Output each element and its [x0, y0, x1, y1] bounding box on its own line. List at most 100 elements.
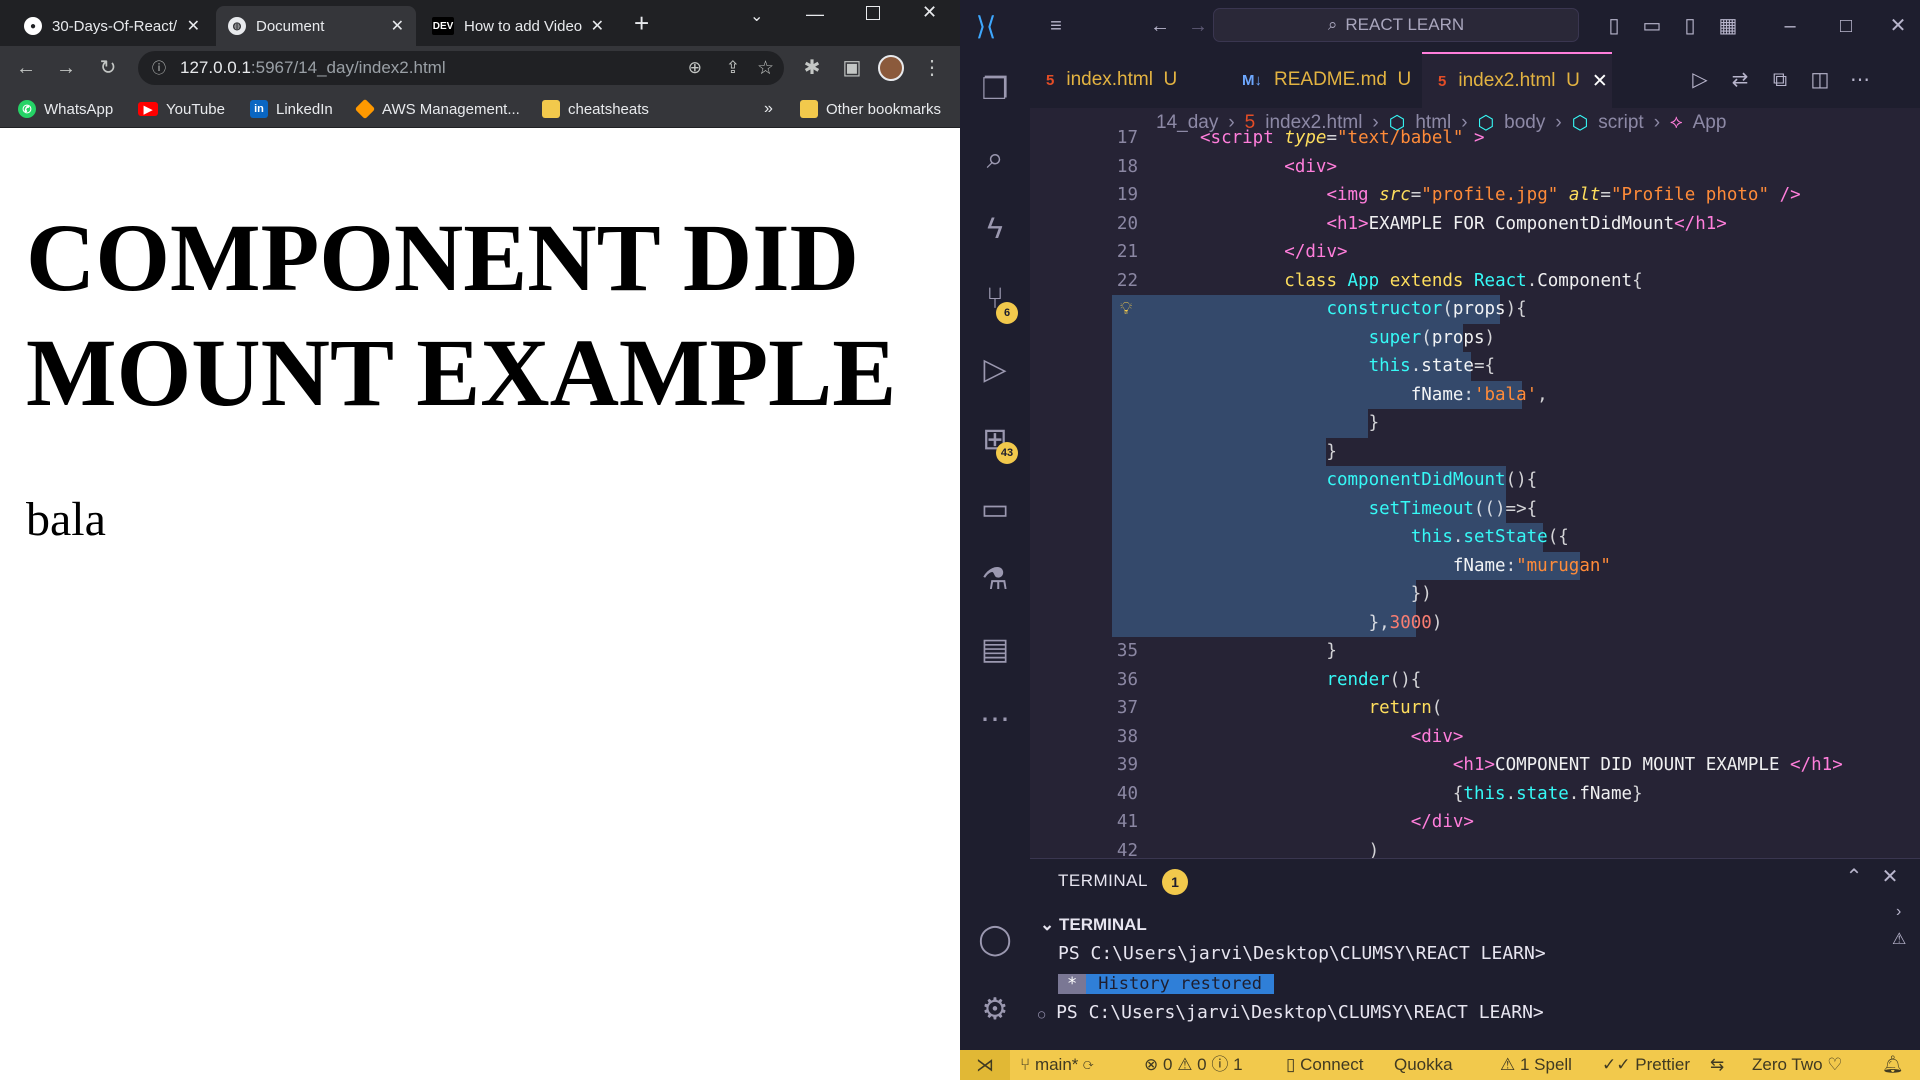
terminal-section-header[interactable]: ⌄ TERMINAL: [1040, 915, 1147, 935]
new-tab-button[interactable]: +: [634, 8, 649, 39]
tab-search-icon[interactable]: ⌄: [750, 6, 763, 26]
code-line[interactable]: 31 this.setState({: [1030, 523, 1900, 552]
code-line[interactable]: 25 this.state={: [1030, 352, 1900, 381]
extensions-icon[interactable]: ✱: [796, 46, 828, 90]
share-icon[interactable]: ⇪: [726, 58, 740, 78]
problems-indicator[interactable]: ⊗ 0 ⚠ 0 ⓘ 1: [1144, 1050, 1243, 1080]
terminal-prompt[interactable]: PS C:\Users\jarvi\Desktop\CLUMSY\REACT L…: [1058, 943, 1546, 964]
code-line[interactable]: 27 }: [1030, 409, 1900, 438]
bookmark-linkedin[interactable]: in LinkedIn: [250, 90, 333, 128]
code-line[interactable]: 32 fName:"murugan": [1030, 551, 1900, 580]
nav-forward-icon[interactable]: →: [1180, 0, 1216, 52]
live-share-icon[interactable]: ⇆: [1710, 1050, 1724, 1080]
toggle-primary-sidebar-icon[interactable]: ▯: [1596, 0, 1632, 52]
tab-index-html[interactable]: 5 index.html U: [1030, 52, 1226, 108]
lightning-icon[interactable]: ϟ: [960, 194, 1030, 264]
theme-status[interactable]: Zero Two ♡: [1752, 1050, 1843, 1080]
notifications-bell-icon[interactable]: 🔔︎: [1882, 1050, 1904, 1080]
code-line[interactable]: 38 <div>: [1030, 723, 1900, 752]
accounts-icon[interactable]: ◯: [960, 904, 1030, 974]
code-line[interactable]: 40 {this.state.fName}: [1030, 780, 1900, 809]
split-editor-icon[interactable]: ◫: [1802, 54, 1838, 106]
code-line[interactable]: 17 <script type="text/babel" >: [1030, 124, 1900, 153]
close-tab-icon[interactable]: ✕: [187, 16, 200, 36]
code-line[interactable]: 24 super(props): [1030, 323, 1900, 352]
code-line[interactable]: 36 render(){: [1030, 666, 1900, 695]
code-line[interactable]: 26 fName:'bala',: [1030, 380, 1900, 409]
code-line[interactable]: 28 }: [1030, 437, 1900, 466]
toggle-secondary-sidebar-icon[interactable]: ▯: [1672, 0, 1708, 52]
more-bookmarks-button[interactable]: »: [764, 90, 773, 128]
bookmark-whatsapp[interactable]: ✆ WhatsApp: [18, 90, 113, 128]
back-icon[interactable]: ←: [10, 46, 42, 90]
chrome-menu-icon[interactable]: ⋮: [916, 46, 948, 90]
code-line[interactable]: 29 componentDidMount(){: [1030, 466, 1900, 495]
profile-avatar[interactable]: [878, 55, 904, 81]
settings-gear-icon[interactable]: ⚙: [960, 974, 1030, 1044]
chrome-tab-github[interactable]: ● 30-Days-Of-React/ ✕: [12, 6, 212, 46]
close-window-icon[interactable]: ✕: [922, 2, 937, 23]
code-line[interactable]: 34 },3000): [1030, 608, 1900, 637]
maximize-panel-icon[interactable]: ⌃: [1836, 855, 1872, 899]
forward-icon[interactable]: →: [50, 46, 82, 90]
bookmark-aws[interactable]: AWS Management...: [354, 90, 520, 128]
more-icon[interactable]: ⋯: [960, 684, 1030, 754]
terminal-prompt-line[interactable]: ○ PS C:\Users\jarvi\Desktop\CLUMSY\REACT…: [1038, 1002, 1544, 1023]
minimize-icon[interactable]: –: [1772, 0, 1808, 52]
side-panel-icon[interactable]: ▣: [836, 46, 868, 90]
site-info-icon[interactable]: ⓘ: [152, 58, 166, 78]
close-window-icon[interactable]: ✕: [1880, 0, 1916, 52]
spell-status[interactable]: ⚠ 1 Spell: [1500, 1050, 1572, 1080]
code-line[interactable]: 30 setTimeout(()=>{: [1030, 494, 1900, 523]
notebook-icon[interactable]: ▤: [960, 614, 1030, 684]
address-bar[interactable]: ⓘ 127.0.0.1:5967/14_day/index2.html ⊕ ⇪ …: [138, 51, 784, 85]
lightbulb-icon[interactable]: 💡︎: [1120, 295, 1132, 324]
prettier-status[interactable]: ✓✓ Prettier: [1602, 1050, 1690, 1080]
git-branch[interactable]: ⑂ main* ⟳: [1020, 1050, 1093, 1080]
explorer-icon[interactable]: ❐: [960, 54, 1030, 124]
minimize-icon[interactable]: —: [806, 4, 824, 25]
toggle-panel-icon[interactable]: ▭: [1634, 0, 1670, 52]
code-line[interactable]: 35 }: [1030, 637, 1900, 666]
tab-readme[interactable]: M↓ README.md U: [1226, 52, 1422, 108]
code-line[interactable]: 39 <h1>COMPONENT DID MOUNT EXAMPLE </h1>: [1030, 751, 1900, 780]
terminal-tab[interactable]: TERMINAL: [1058, 871, 1148, 891]
close-tab-icon[interactable]: ✕: [1592, 70, 1608, 93]
code-line[interactable]: 21 </div>: [1030, 238, 1900, 267]
other-bookmarks[interactable]: Other bookmarks: [800, 90, 941, 128]
connect-status[interactable]: ▯ Connect: [1286, 1050, 1363, 1080]
quokka-status[interactable]: Quokka: [1394, 1050, 1453, 1080]
command-center[interactable]: ⌕ REACT LEARN: [1213, 8, 1579, 42]
reload-icon[interactable]: ↻: [92, 46, 124, 90]
maximize-icon[interactable]: [866, 6, 880, 20]
bookmark-youtube[interactable]: ▶ YouTube: [138, 90, 225, 128]
code-line[interactable]: 19 <img src="profile.jpg" alt="Profile p…: [1030, 181, 1900, 210]
nav-back-icon[interactable]: ←: [1142, 0, 1178, 52]
testing-flask-icon[interactable]: ⚗: [960, 544, 1030, 614]
code-line[interactable]: 33 }): [1030, 580, 1900, 609]
bookmark-cheatsheats[interactable]: cheatsheats: [542, 90, 649, 128]
more-actions-icon[interactable]: ⋯: [1842, 54, 1878, 106]
extensions-icon[interactable]: ⊞ 43: [960, 404, 1030, 474]
code-editor[interactable]: 17 <script type="text/babel" >18 <div> 19 …: [1030, 128, 1920, 861]
close-panel-icon[interactable]: ✕: [1872, 855, 1908, 899]
code-line[interactable]: 18 <div>: [1030, 153, 1900, 182]
code-line[interactable]: 23 constructor(props){💡︎: [1030, 295, 1900, 324]
tab-index2-html[interactable]: 5 index2.html U ✕: [1422, 52, 1612, 108]
chevron-right-icon[interactable]: ›: [1896, 903, 1901, 921]
bookmark-star-icon[interactable]: ☆: [757, 57, 774, 80]
search-icon[interactable]: ⌕: [960, 124, 1030, 194]
close-tab-icon[interactable]: ✕: [391, 16, 404, 36]
close-tab-icon[interactable]: ✕: [591, 16, 604, 36]
source-control-icon[interactable]: ⑂ 6: [960, 264, 1030, 334]
code-line[interactable]: 41 </div>: [1030, 808, 1900, 837]
code-line[interactable]: 20 <h1>EXAMPLE FOR ComponentDidMount</h1…: [1030, 210, 1900, 239]
chrome-tab-document[interactable]: ◍ Document ✕: [216, 6, 416, 46]
remote-indicator-icon[interactable]: ⋊: [960, 1050, 1010, 1080]
run-debug-icon[interactable]: ▷: [960, 334, 1030, 404]
hamburger-menu-icon[interactable]: ≡: [1038, 0, 1074, 52]
zoom-icon[interactable]: ⊕: [688, 58, 702, 78]
preview-icon[interactable]: ⧉: [1762, 54, 1798, 106]
code-line[interactable]: 22 class App extends React.Component{: [1030, 267, 1900, 296]
remote-explorer-icon[interactable]: ▭: [960, 474, 1030, 544]
